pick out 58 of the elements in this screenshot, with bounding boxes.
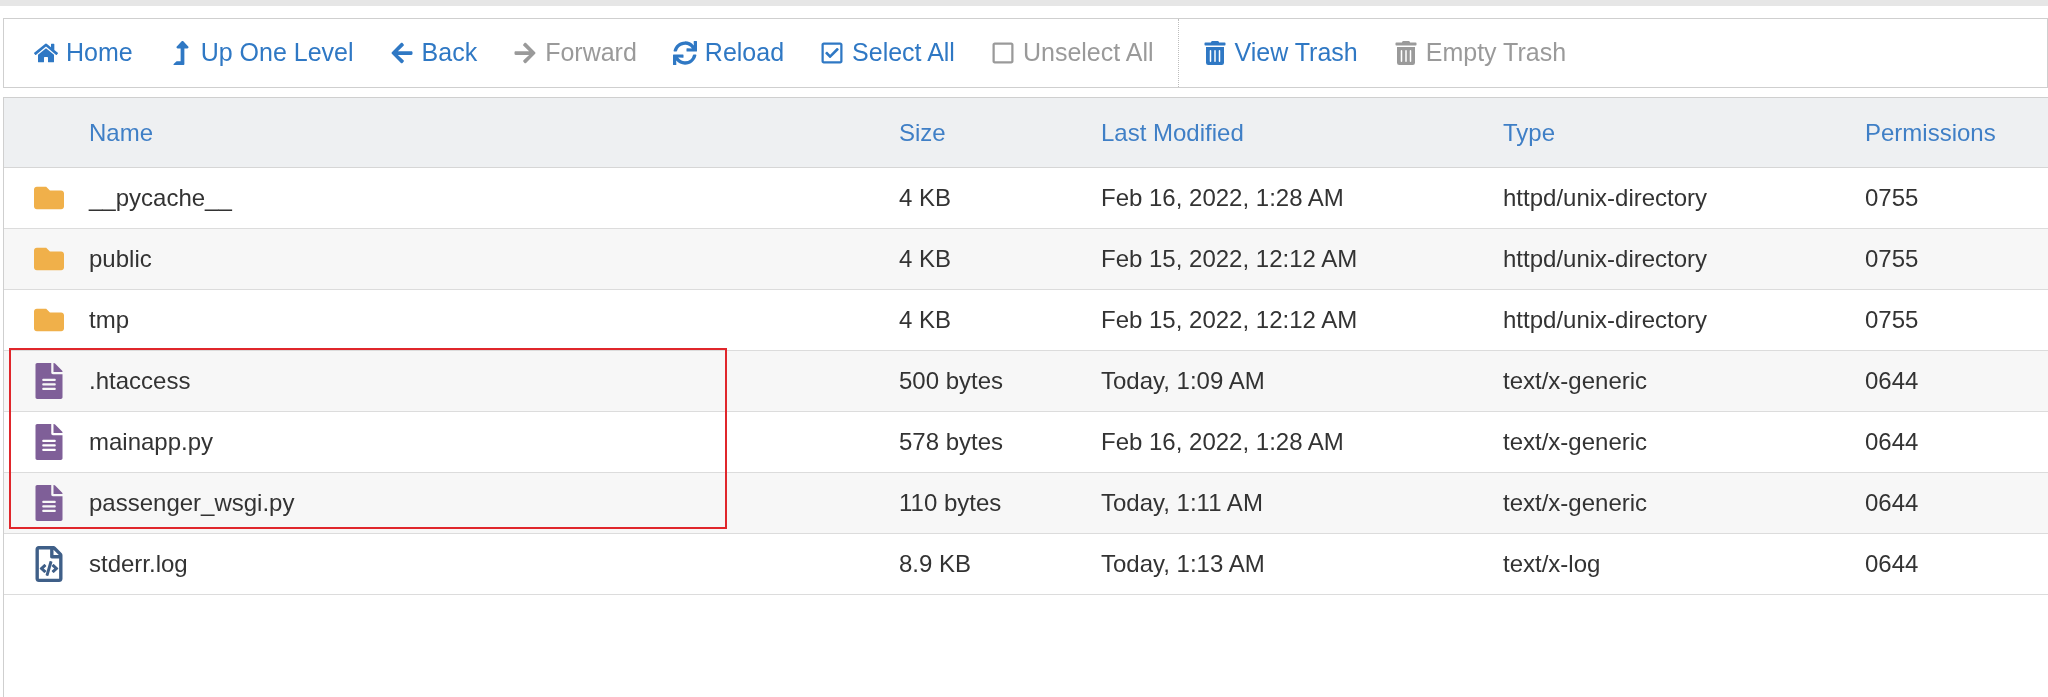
toolbar-button[interactable]: Select All	[802, 28, 973, 78]
permissions: 0644	[1865, 427, 1919, 457]
code-file-icon	[33, 546, 64, 582]
file-size: 4 KB	[899, 183, 952, 213]
reload-icon	[672, 41, 697, 65]
permissions: 0644	[1865, 488, 1919, 518]
column-header[interactable]: Size	[899, 114, 946, 151]
trash-icon	[1202, 41, 1227, 65]
permissions: 0755	[1865, 305, 1919, 335]
file-type: text/x-log	[1503, 549, 1601, 579]
last-modified: Today, 1:09 AM	[1101, 366, 1265, 396]
toolbar-button[interactable]: Home	[16, 28, 151, 78]
arrow-left-icon	[389, 41, 414, 65]
file-type: text/x-generic	[1503, 366, 1648, 396]
file-name[interactable]: passenger_wsgi.py	[89, 485, 295, 521]
home-icon	[34, 41, 58, 65]
arrow-right-icon	[513, 41, 538, 65]
column-header[interactable]: Type	[1503, 114, 1556, 151]
toolbar-button[interactable]: Back	[371, 28, 496, 78]
last-modified: Feb 16, 2022, 1:28 AM	[1101, 183, 1344, 213]
toolbar-button[interactable]: View Trash	[1184, 28, 1376, 78]
file-size: 4 KB	[899, 305, 952, 335]
toolbar-button[interactable]: Reload	[654, 28, 803, 78]
document-icon	[33, 363, 64, 399]
toolbar-button[interactable]: Up One Level	[150, 28, 372, 78]
permissions: 0644	[1865, 549, 1919, 579]
file-type: httpd/unix-directory	[1503, 183, 1708, 213]
file-size: 110 bytes	[899, 488, 1002, 518]
file-type: httpd/unix-directory	[1503, 305, 1708, 335]
checked-box-icon	[820, 41, 845, 65]
permissions: 0755	[1865, 244, 1919, 274]
last-modified: Feb 15, 2022, 12:12 AM	[1101, 305, 1358, 335]
last-modified: Feb 15, 2022, 12:12 AM	[1101, 244, 1358, 274]
file-name[interactable]: __pycache__	[89, 180, 232, 216]
permissions: 0644	[1865, 366, 1919, 396]
file-name[interactable]: .htaccess	[89, 363, 191, 399]
file-size: 8.9 KB	[899, 549, 972, 579]
file-size: 4 KB	[899, 244, 952, 274]
file-name[interactable]: mainapp.py	[89, 424, 214, 460]
trash-icon	[1393, 41, 1418, 65]
file-name[interactable]: public	[89, 241, 152, 277]
file-name[interactable]: tmp	[89, 302, 129, 338]
empty-box-icon	[990, 41, 1015, 65]
column-header[interactable]: Permissions	[1865, 114, 1996, 151]
last-modified: Feb 16, 2022, 1:28 AM	[1101, 427, 1344, 457]
document-icon	[33, 424, 64, 460]
file-name[interactable]: stderr.log	[89, 546, 188, 582]
file-size: 578 bytes	[899, 427, 1004, 457]
document-icon	[33, 485, 64, 521]
file-type: text/x-generic	[1503, 488, 1648, 518]
column-header[interactable]: Last Modified	[1101, 114, 1244, 151]
file-type: httpd/unix-directory	[1503, 244, 1708, 274]
last-modified: Today, 1:13 AM	[1101, 549, 1265, 579]
last-modified: Today, 1:11 AM	[1101, 488, 1263, 518]
column-header[interactable]: Name	[89, 114, 154, 151]
file-size: 500 bytes	[899, 366, 1004, 396]
file-type: text/x-generic	[1503, 427, 1648, 457]
permissions: 0755	[1865, 183, 1919, 213]
